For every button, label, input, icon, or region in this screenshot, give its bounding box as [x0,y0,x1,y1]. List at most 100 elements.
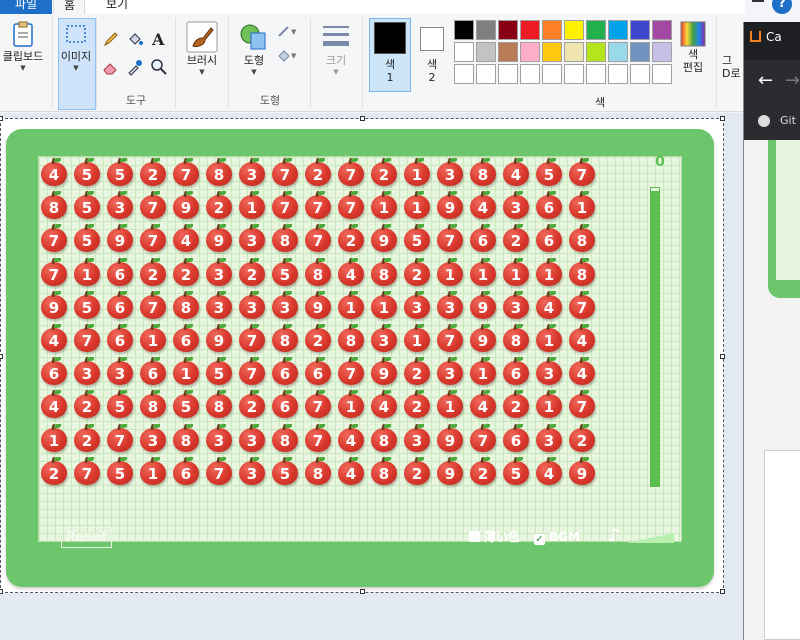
outline-icon[interactable]: ▼ [276,22,300,40]
apple-cell[interactable]: 7 [301,422,334,455]
apple-cell[interactable]: 3 [400,422,433,455]
resize-handle[interactable] [0,589,3,594]
color1-button[interactable]: 색 1 [370,58,410,84]
apple-cell[interactable]: 5 [268,455,301,488]
resize-handle[interactable] [0,116,3,121]
apple-cell[interactable]: 8 [565,222,598,255]
apple-cell[interactable]: 7 [103,422,136,455]
apple-cell[interactable]: 7 [136,222,169,255]
volume-slider[interactable] [626,533,674,543]
back-arrow-icon[interactable]: ← [758,70,773,91]
reset-button[interactable]: Reset [61,527,112,548]
apple-cell[interactable]: 4 [37,156,70,189]
apple-cell[interactable]: 1 [367,289,400,322]
apple-cell[interactable]: 6 [268,388,301,421]
apple-cell[interactable]: 2 [499,222,532,255]
apple-cell[interactable]: 7 [433,222,466,255]
apple-cell[interactable]: 1 [136,455,169,488]
color-swatch[interactable] [542,64,562,84]
apple-cell[interactable]: 1 [136,322,169,355]
apple-cell[interactable]: 5 [70,189,103,222]
apple-cell[interactable]: 2 [301,322,334,355]
edit-colors-button[interactable]: 색 편집 [676,20,710,74]
apple-cell[interactable]: 7 [235,355,268,388]
apple-cell[interactable]: 7 [334,156,367,189]
apple-cell[interactable]: 6 [499,422,532,455]
apple-cell[interactable]: 2 [400,256,433,289]
apple-cell[interactable]: 9 [466,289,499,322]
apple-cell[interactable]: 1 [433,388,466,421]
apple-cell[interactable]: 9 [169,189,202,222]
apple-cell[interactable]: 4 [466,189,499,222]
apple-cell[interactable]: 9 [433,455,466,488]
apple-cell[interactable]: 6 [169,322,202,355]
apple-cell[interactable]: 3 [235,422,268,455]
apple-cell[interactable]: 8 [466,156,499,189]
apple-cell[interactable]: 8 [301,455,334,488]
color-swatch[interactable] [564,42,584,62]
apple-cell[interactable]: 7 [70,455,103,488]
clipboard-button[interactable]: 클립보드 ▼ [0,20,46,73]
apple-cell[interactable]: 4 [532,289,565,322]
shapes-button[interactable]: 도형 ▼ [234,20,274,77]
apple-cell[interactable]: 7 [334,189,367,222]
apple-cell[interactable]: 6 [103,322,136,355]
apple-cell[interactable]: 5 [532,156,565,189]
apple-cell[interactable]: 9 [202,322,235,355]
apple-cell[interactable]: 1 [235,189,268,222]
apple-cell[interactable]: 3 [202,256,235,289]
resize-handle[interactable] [720,354,725,359]
apple-cell[interactable]: 2 [499,388,532,421]
apple-cell[interactable]: 3 [532,422,565,455]
apple-cell[interactable]: 2 [400,455,433,488]
apple-cell[interactable]: 3 [136,422,169,455]
apple-cell[interactable]: 7 [301,388,334,421]
pencil-icon[interactable] [102,30,120,48]
resize-handle[interactable] [720,116,725,121]
color-swatch[interactable] [586,64,606,84]
apple-cell[interactable]: 8 [37,189,70,222]
apple-cell[interactable]: 3 [499,189,532,222]
apple-cell[interactable]: 7 [37,222,70,255]
apple-cell[interactable]: 5 [70,222,103,255]
apple-cell[interactable]: 1 [334,289,367,322]
apple-cell[interactable]: 1 [499,256,532,289]
apple-cell[interactable]: 8 [169,422,202,455]
apple-cell[interactable]: 7 [301,222,334,255]
apple-cell[interactable]: 9 [301,289,334,322]
apple-cell[interactable]: 5 [103,156,136,189]
color2-swatch[interactable] [420,27,444,51]
apple-cell[interactable]: 6 [103,256,136,289]
apple-cell[interactable]: 4 [466,388,499,421]
image-select-button[interactable]: 이미지 ▼ [56,20,96,73]
apple-cell[interactable]: 2 [70,422,103,455]
apple-cell[interactable]: 5 [103,455,136,488]
apple-cell[interactable]: 9 [202,222,235,255]
apple-cell[interactable]: 2 [565,422,598,455]
apple-cell[interactable]: 1 [70,256,103,289]
light-color-option[interactable]: 薄い色 [469,529,520,545]
apple-cell[interactable]: 3 [202,422,235,455]
color-swatch[interactable] [498,42,518,62]
color-swatch[interactable] [652,20,672,40]
fill-bucket-icon[interactable] [126,30,144,48]
color-swatch[interactable] [542,20,562,40]
apple-cell[interactable]: 1 [334,388,367,421]
apple-cell[interactable]: 7 [202,455,235,488]
apple-cell[interactable]: 8 [367,422,400,455]
apple-cell[interactable]: 4 [37,322,70,355]
fill-icon[interactable]: ▼ [276,46,300,64]
apple-cell[interactable]: 8 [499,322,532,355]
apple-cell[interactable]: 7 [565,388,598,421]
apple-cell[interactable]: 9 [103,222,136,255]
apple-cell[interactable]: 7 [37,256,70,289]
apple-cell[interactable]: 9 [433,189,466,222]
apple-cell[interactable]: 6 [532,222,565,255]
apple-cell[interactable]: 1 [433,256,466,289]
apple-cell[interactable]: 1 [400,322,433,355]
apple-cell[interactable]: 7 [136,189,169,222]
apple-cell[interactable]: 6 [169,455,202,488]
apple-cell[interactable]: 8 [565,256,598,289]
apple-cell[interactable]: 6 [37,355,70,388]
apple-cell[interactable]: 3 [400,289,433,322]
